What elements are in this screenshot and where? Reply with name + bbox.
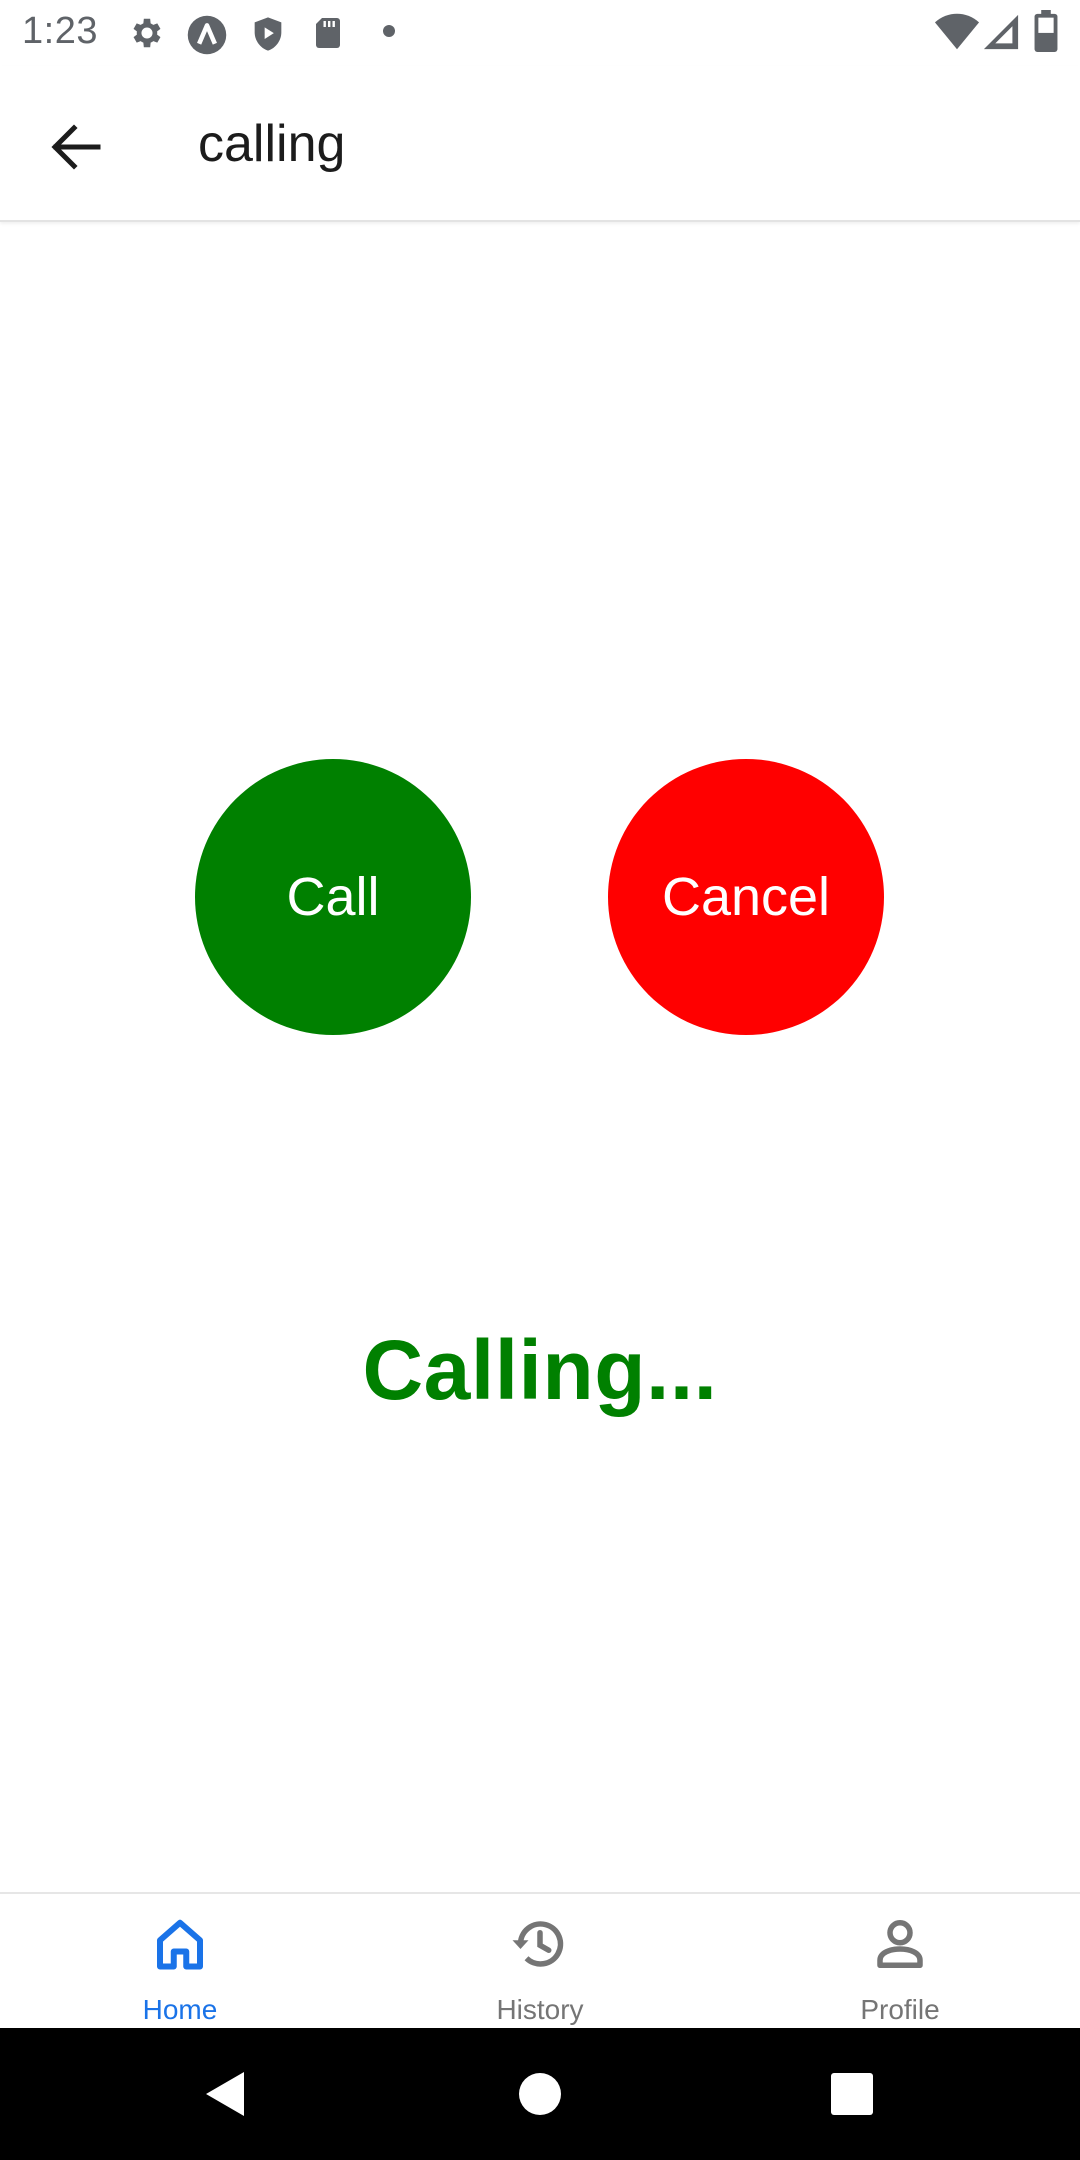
signal-icon (982, 12, 1020, 57)
nav-item-profile[interactable]: Profile (720, 1894, 1080, 2030)
cancel-button[interactable]: Cancel (608, 759, 884, 1035)
battery-icon (1034, 10, 1058, 57)
nav-label-profile: Profile (860, 1994, 940, 2025)
status-time: 1:23 (22, 10, 98, 52)
back-triangle-icon[interactable] (196, 2064, 256, 2124)
cancel-button-label: Cancel (661, 867, 831, 927)
nav-label-history: History (496, 1994, 584, 2025)
call-button-label: Call (286, 867, 380, 927)
gear-icon (128, 14, 166, 57)
recents-square-icon[interactable] (822, 2064, 882, 2124)
nav-item-history[interactable]: History (360, 1894, 720, 2030)
person-icon (877, 1920, 923, 1968)
back-button[interactable] (36, 112, 116, 182)
arrow-left-icon (51, 124, 101, 170)
wifi-icon (934, 12, 980, 57)
home-circle-icon[interactable] (510, 2064, 570, 2124)
home-icon (157, 1919, 203, 1970)
nav-item-home[interactable]: Home (0, 1894, 360, 2030)
android-icon (186, 14, 228, 61)
shield-play-icon (248, 14, 288, 59)
sd-card-icon (310, 14, 346, 57)
dot-icon (382, 24, 396, 43)
nav-label-home: Home (142, 1994, 218, 2025)
call-status-text: Calling... (362, 1323, 718, 1417)
system-nav-bar (0, 2028, 1080, 2160)
bottom-nav: Home History Profile (0, 1892, 1080, 2030)
app-bar: calling (0, 66, 1080, 222)
call-button[interactable]: Call (195, 759, 471, 1035)
status-bar: 1:23 (0, 0, 1080, 66)
page-title: calling (198, 115, 346, 173)
history-icon (512, 1921, 564, 1967)
